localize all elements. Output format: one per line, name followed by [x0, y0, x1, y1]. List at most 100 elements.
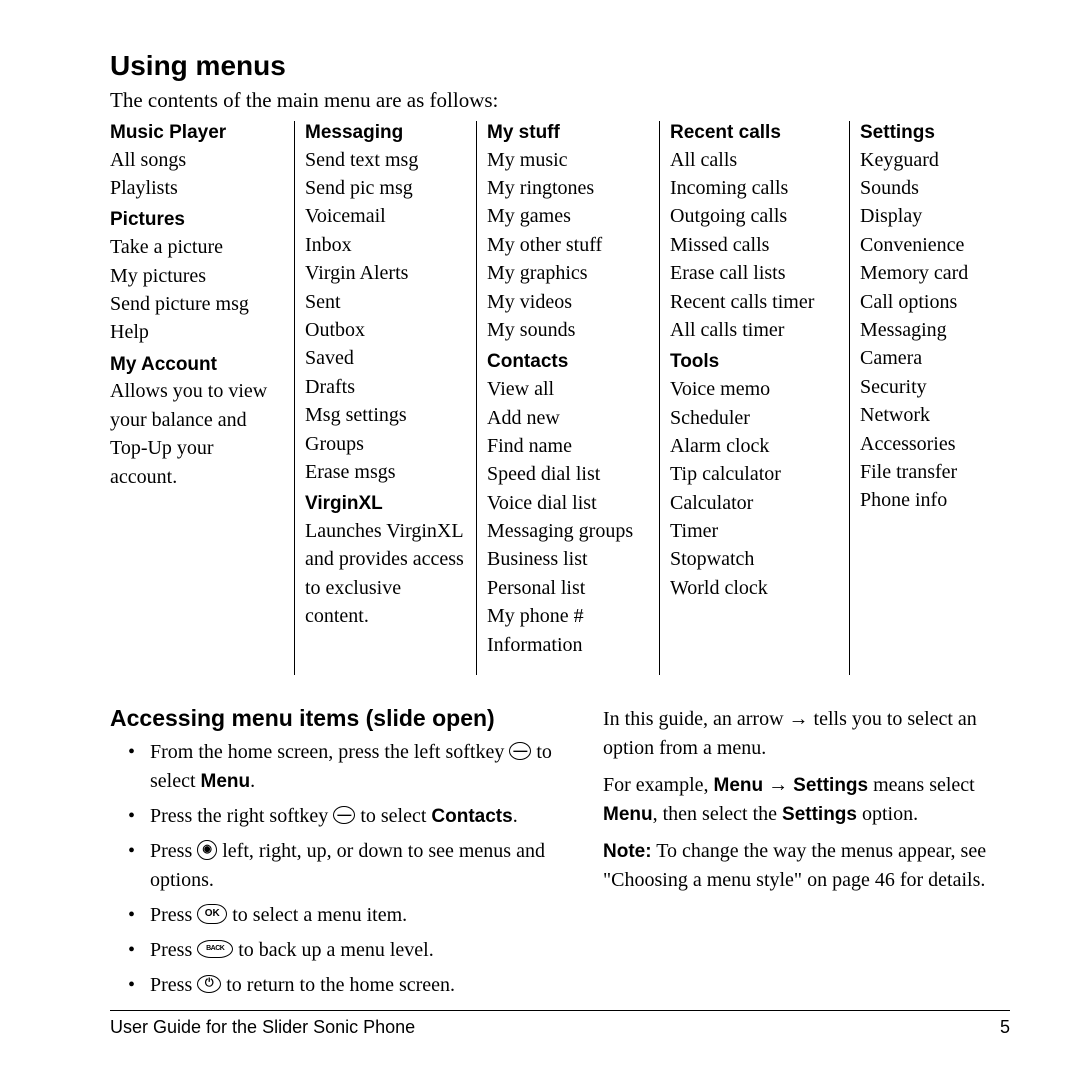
- menu-columns: Music PlayerAll songsPlaylistsPicturesTa…: [110, 121, 1010, 675]
- menu-item: Messaging: [860, 316, 990, 344]
- text: to select a menu item.: [227, 904, 407, 926]
- instruction-item: Press OK to select a menu item.: [142, 901, 555, 930]
- menu-category: Music Player: [110, 121, 284, 146]
- menu-item: All calls timer: [670, 316, 839, 344]
- guide-text-section: In this guide, an arrow → tells you to s…: [603, 705, 1010, 1006]
- menu-item: Sent: [305, 288, 466, 316]
- menu-item: Send picture msg: [110, 290, 284, 318]
- menu-item: Security: [860, 373, 990, 401]
- menu-item: Erase msgs: [305, 458, 466, 486]
- menu-item: Convenience: [860, 231, 990, 259]
- menu-category: Messaging: [305, 121, 466, 146]
- menu-item: My other stuff: [487, 231, 649, 259]
- menu-item: Voice dial list: [487, 489, 649, 517]
- menu-item: Network: [860, 401, 990, 429]
- menu-item: Send pic msg: [305, 174, 466, 202]
- menu-item: Inbox: [305, 231, 466, 259]
- menu-item: Business list: [487, 545, 649, 573]
- text: Press: [150, 939, 197, 961]
- end-icon: ⏻: [197, 975, 221, 993]
- menu-item: Voicemail: [305, 202, 466, 230]
- menu-item: My music: [487, 146, 649, 174]
- menu-category: Recent calls: [670, 121, 839, 146]
- menu-item: Stopwatch: [670, 545, 839, 573]
- menu-item: My phone #: [487, 602, 649, 630]
- menu-item: Display: [860, 202, 990, 230]
- menu-label: Menu: [714, 775, 764, 796]
- intro-text: The contents of the main menu are as fol…: [110, 88, 1010, 113]
- text: , then select the: [653, 803, 782, 825]
- settings-label: Settings: [782, 804, 857, 825]
- menu-item: Groups: [305, 430, 466, 458]
- menu-col-4: Recent callsAll callsIncoming callsOutgo…: [660, 121, 850, 675]
- contacts-label: Contacts: [431, 806, 512, 827]
- text: Press: [150, 904, 197, 926]
- menu-item: My games: [487, 202, 649, 230]
- instruction-item: Press BACK to back up a menu level.: [142, 936, 555, 965]
- menu-item: Sounds: [860, 174, 990, 202]
- section-heading: Using menus: [110, 50, 1010, 82]
- menu-item: World clock: [670, 574, 839, 602]
- accessing-menu-section: Accessing menu items (slide open) From t…: [110, 705, 555, 1006]
- menu-item: Add new: [487, 404, 649, 432]
- text: to select: [355, 805, 431, 827]
- menu-item: Missed calls: [670, 231, 839, 259]
- text: Press: [150, 974, 197, 996]
- page-number: 5: [1000, 1017, 1010, 1038]
- sub-heading: Accessing menu items (slide open): [110, 705, 555, 732]
- menu-item: Camera: [860, 344, 990, 372]
- menu-item: Accessories: [860, 430, 990, 458]
- menu-item: Information: [487, 631, 649, 659]
- menu-item: Outgoing calls: [670, 202, 839, 230]
- menu-item: File transfer: [860, 458, 990, 486]
- menu-item: Find name: [487, 432, 649, 460]
- dpad-icon: [197, 840, 217, 860]
- menu-item: All songs: [110, 146, 284, 174]
- menu-item: Phone info: [860, 486, 990, 514]
- menu-item: My pictures: [110, 262, 284, 290]
- menu-item: Speed dial list: [487, 460, 649, 488]
- paragraph: For example, Menu → Settings means selec…: [603, 771, 1010, 829]
- menu-item: My sounds: [487, 316, 649, 344]
- menu-item: Personal list: [487, 574, 649, 602]
- arrow-icon: →: [789, 708, 809, 730]
- menu-item: Tip calculator: [670, 460, 839, 488]
- menu-item: Voice memo: [670, 375, 839, 403]
- page-footer: User Guide for the Slider Sonic Phone 5: [110, 1010, 1010, 1038]
- menu-col-1: Music PlayerAll songsPlaylistsPicturesTa…: [110, 121, 295, 675]
- menu-item: My ringtones: [487, 174, 649, 202]
- menu-description: Launches VirginXL and provides access to…: [305, 517, 466, 631]
- text: For example,: [603, 774, 714, 796]
- paragraph: In this guide, an arrow → tells you to s…: [603, 705, 1010, 763]
- menu-item: Messaging groups: [487, 517, 649, 545]
- menu-category: VirginXL: [305, 492, 466, 517]
- menu-label: Menu: [603, 804, 653, 825]
- menu-col-3: My stuffMy musicMy ringtonesMy gamesMy o…: [477, 121, 660, 675]
- text: Press: [150, 840, 197, 862]
- menu-item: Saved: [305, 344, 466, 372]
- settings-label: Settings: [793, 775, 868, 796]
- text: to return to the home screen.: [221, 974, 455, 996]
- softkey-icon: —: [333, 806, 355, 824]
- menu-label: Menu: [201, 771, 251, 792]
- menu-item: Help: [110, 318, 284, 346]
- menu-col-2: MessagingSend text msgSend pic msgVoicem…: [295, 121, 477, 675]
- text: Press the right softkey: [150, 805, 333, 827]
- menu-item: Drafts: [305, 373, 466, 401]
- menu-item: Take a picture: [110, 233, 284, 261]
- instruction-list: From the home screen, press the left sof…: [110, 738, 555, 1000]
- menu-item: All calls: [670, 146, 839, 174]
- back-icon: BACK: [197, 940, 233, 958]
- menu-category: My stuff: [487, 121, 649, 146]
- instruction-item: From the home screen, press the left sof…: [142, 738, 555, 796]
- menu-item: Virgin Alerts: [305, 259, 466, 287]
- menu-col-5: SettingsKeyguardSoundsDisplayConvenience…: [850, 121, 1000, 675]
- text: to back up a menu level.: [233, 939, 434, 961]
- menu-item: Send text msg: [305, 146, 466, 174]
- text: To change the way the menus appear, see …: [603, 840, 986, 891]
- footer-title: User Guide for the Slider Sonic Phone: [110, 1017, 415, 1038]
- text: .: [513, 805, 518, 827]
- menu-item: Msg settings: [305, 401, 466, 429]
- text: option.: [857, 803, 918, 825]
- menu-item: Outbox: [305, 316, 466, 344]
